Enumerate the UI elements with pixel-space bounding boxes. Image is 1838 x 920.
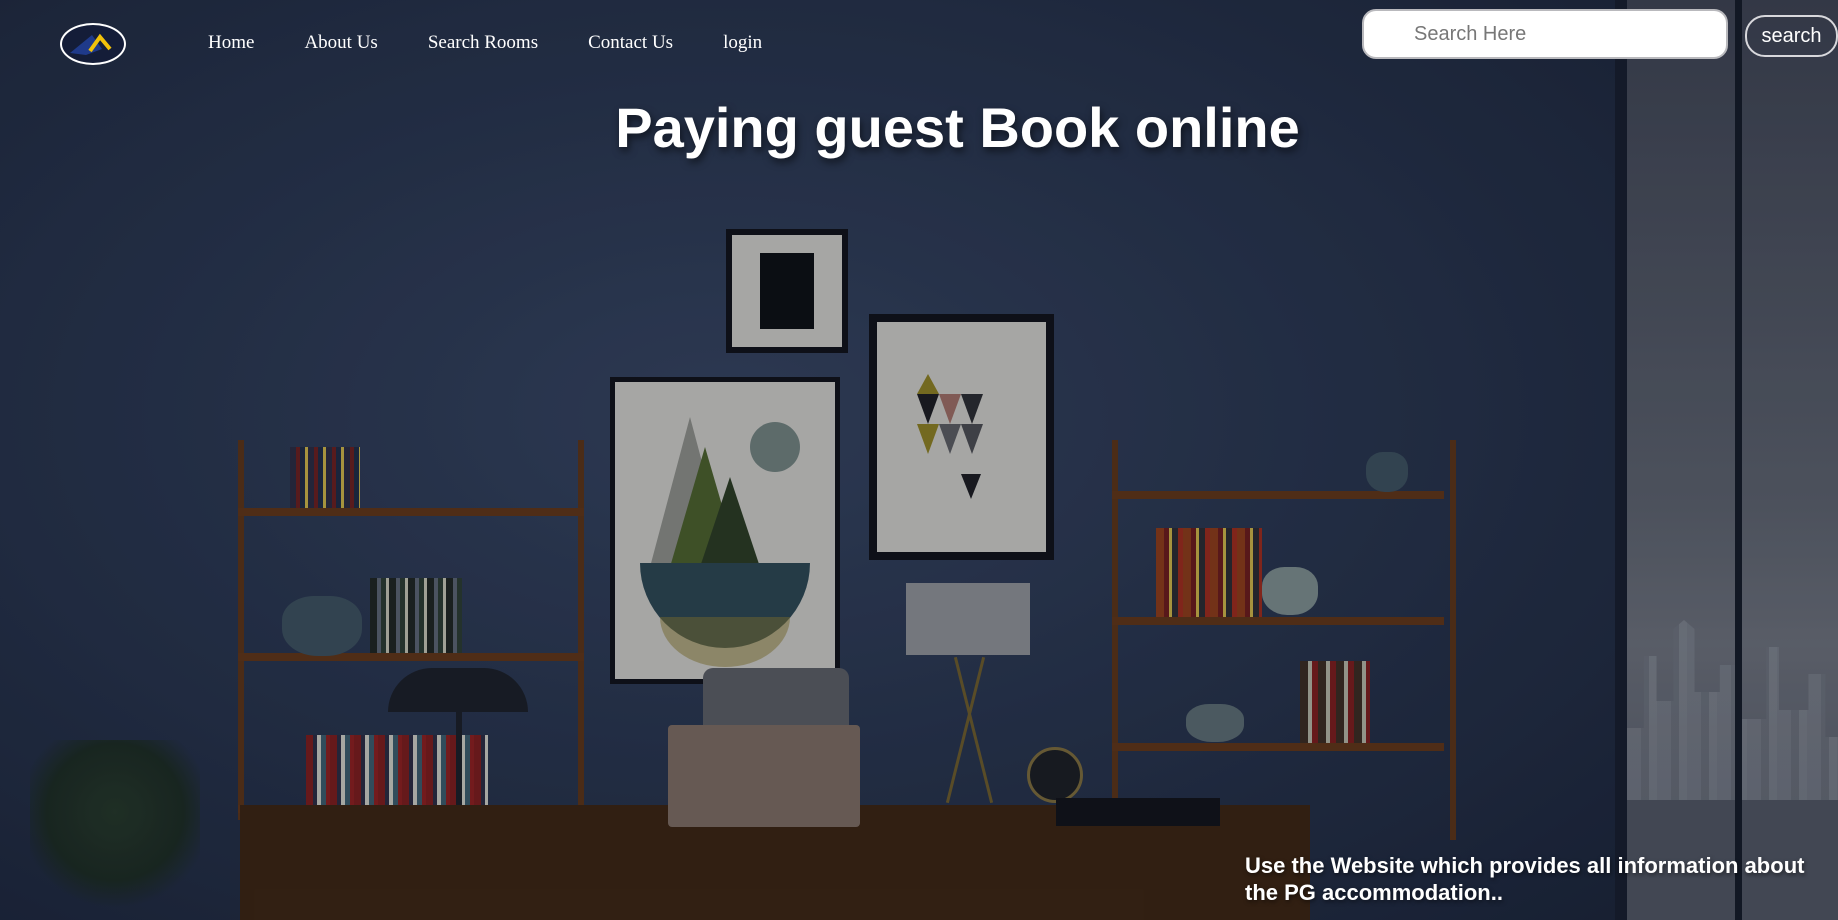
- nav-home-link[interactable]: Home: [208, 30, 254, 56]
- nav-about-us-link[interactable]: About Us: [304, 30, 377, 56]
- search-box: [1362, 9, 1728, 59]
- hero-subtitle: Use the Website which provides all infor…: [1245, 853, 1805, 905]
- house-roof-logo-icon: [64, 27, 122, 61]
- nav-login-link[interactable]: login: [723, 30, 762, 56]
- site-logo[interactable]: [60, 23, 126, 65]
- hero-title: Paying guest Book online: [615, 96, 1300, 159]
- nav-search-rooms-link[interactable]: Search Rooms: [428, 30, 538, 56]
- top-navbar: Home About Us Search Rooms Contact Us lo…: [0, 0, 1838, 80]
- nav-menu: Home About Us Search Rooms Contact Us lo…: [208, 30, 812, 56]
- nav-contact-us-link[interactable]: Contact Us: [588, 30, 673, 56]
- search-input[interactable]: [1384, 19, 1714, 49]
- search-button[interactable]: search: [1745, 15, 1838, 57]
